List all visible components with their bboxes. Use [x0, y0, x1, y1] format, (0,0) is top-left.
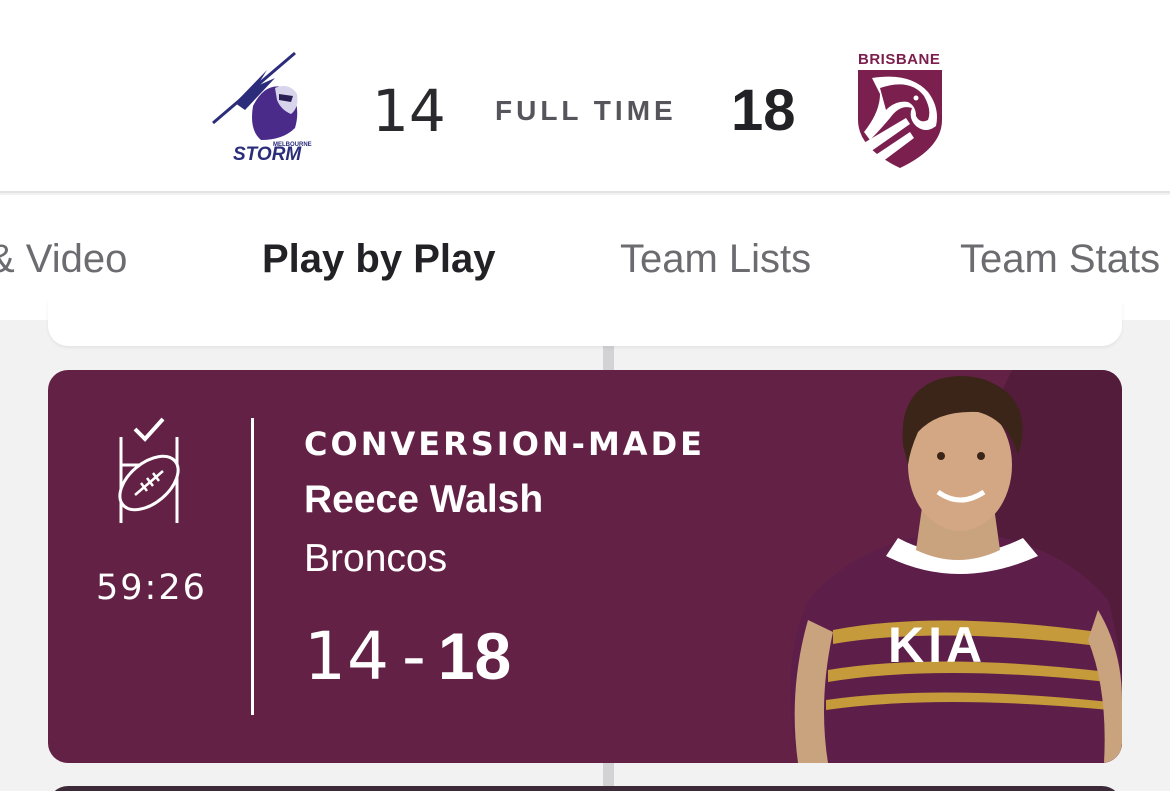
broncos-logo[interactable]: BRISBANE	[850, 48, 950, 173]
player-photo: KIA	[738, 370, 1122, 763]
tab-play-by-play[interactable]: Play by Play	[262, 237, 495, 282]
team-name: Broncos	[304, 537, 448, 580]
play-event-card[interactable]: 59:26 CONVERSION-MADE Reece Walsh Bronco…	[48, 370, 1122, 763]
event-score: 14-18	[304, 618, 511, 695]
match-header: MELBOURNE STORM 14 FULL TIME 18 BRISBANE	[0, 0, 1170, 193]
conversion-made-icon	[113, 415, 185, 527]
event-score-away: 18	[437, 619, 512, 693]
event-time: 59:26	[96, 568, 207, 608]
svg-text:BRISBANE: BRISBANE	[858, 51, 940, 68]
event-type: CONVERSION-MADE	[304, 425, 705, 463]
tab-team-stats[interactable]: Team Stats	[960, 237, 1160, 282]
event-divider	[251, 418, 254, 715]
storm-logo[interactable]: MELBOURNE STORM	[205, 48, 315, 168]
match-status: FULL TIME	[495, 95, 677, 126]
away-score: 18	[731, 78, 796, 143]
svg-text:KIA: KIA	[888, 617, 986, 673]
home-score: 14	[372, 77, 446, 145]
svg-text:STORM: STORM	[233, 144, 302, 165]
tab-team-lists[interactable]: Team Lists	[620, 237, 811, 282]
event-score-separator: -	[401, 618, 426, 695]
previous-event-card[interactable]	[48, 300, 1122, 346]
player-name[interactable]: Reece Walsh	[304, 478, 543, 522]
event-score-home: 14	[304, 618, 390, 695]
next-event-card[interactable]	[48, 786, 1122, 791]
tab-video[interactable]: & Video	[0, 237, 127, 282]
